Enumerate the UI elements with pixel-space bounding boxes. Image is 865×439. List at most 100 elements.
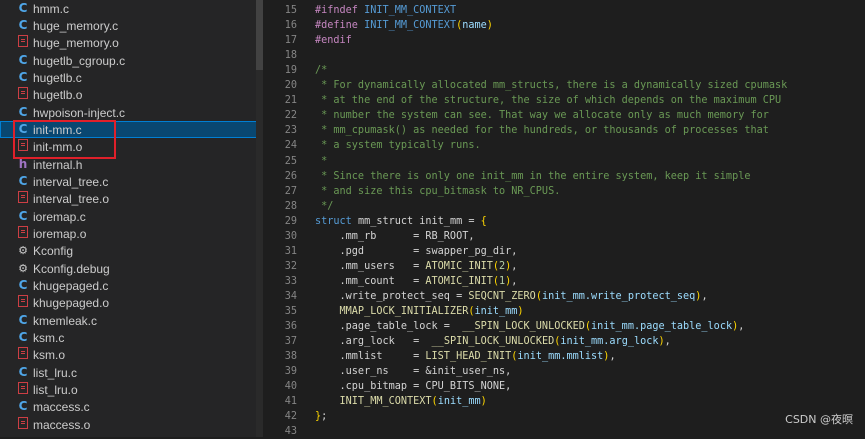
code-text: * a system typically runs. bbox=[315, 138, 481, 153]
file-item[interactable]: Cksm.c bbox=[0, 329, 256, 346]
code-token: , bbox=[609, 351, 616, 363]
code-token: INIT_MM_CONTEXT bbox=[364, 5, 457, 16]
file-item[interactable]: Chuge_memory.c bbox=[0, 17, 256, 34]
code-token: ) bbox=[480, 396, 487, 408]
file-item[interactable]: Cioremap.c bbox=[0, 208, 256, 225]
code-text: * Since there is only one init_mm in the… bbox=[315, 169, 750, 184]
c-file-icon: C bbox=[18, 365, 28, 380]
code-line: 30 .mm_rb = RB_ROOT, bbox=[263, 229, 475, 244]
file-name: hugetlb_cgroup.c bbox=[33, 53, 126, 68]
file-item[interactable]: hugetlb.o bbox=[0, 86, 256, 103]
code-text: .mm_count = ATOMIC_INIT(1), bbox=[315, 274, 518, 289]
code-line: 29 struct mm_struct init_mm = { bbox=[263, 214, 487, 229]
code-token: ATOMIC_INIT bbox=[425, 275, 493, 287]
line-number: 37 bbox=[284, 336, 297, 348]
code-token: , bbox=[701, 290, 708, 302]
code-text: struct mm_struct init_mm = { bbox=[315, 214, 487, 229]
file-item[interactable]: ioremap.o bbox=[0, 225, 256, 242]
file-item[interactable]: Cinterval_tree.c bbox=[0, 173, 256, 190]
code-token: .mmlist = bbox=[315, 351, 426, 363]
code-text: MMAP_LOCK_INITIALIZER(init_mm) bbox=[315, 304, 524, 319]
file-name: ksm.o bbox=[33, 347, 66, 362]
scrollbar-thumb[interactable] bbox=[256, 0, 263, 70]
code-token: init_mm bbox=[474, 306, 518, 317]
code-line: 20 * For dynamically allocated mm_struct… bbox=[263, 78, 788, 93]
code-token: #define bbox=[315, 20, 365, 32]
file-name: ioremap.c bbox=[33, 209, 86, 224]
line-number: 18 bbox=[284, 50, 297, 62]
code-text: * mm_cpumask() as needed for the hundred… bbox=[315, 123, 769, 138]
line-number: 30 bbox=[284, 230, 297, 242]
code-token: #endif bbox=[315, 35, 352, 47]
code-token: ) bbox=[486, 20, 493, 32]
code-token: .user_ns = &init_user_ns, bbox=[315, 366, 512, 378]
code-editor[interactable]: 15 #ifndef INIT_MM_CONTEXT 16 #define INIT_… bbox=[263, 0, 865, 437]
object-file-icon bbox=[15, 86, 31, 103]
file-item[interactable]: interval_tree.o bbox=[0, 190, 256, 207]
code-text: .mm_users = ATOMIC_INIT(2), bbox=[315, 259, 518, 274]
file-item[interactable]: maccess.o bbox=[0, 416, 256, 433]
code-text: #ifndef INIT_MM_CONTEXT bbox=[315, 3, 456, 18]
code-text: .arg_lock = __SPIN_LOCK_UNLOCKED(init_mm… bbox=[315, 334, 671, 349]
file-item[interactable]: ⚙ Kconfig bbox=[0, 242, 256, 259]
file-item[interactable]: huge_memory.o bbox=[0, 34, 256, 51]
line-number: 25 bbox=[284, 155, 297, 167]
file-name: maccess.c bbox=[33, 399, 90, 414]
explorer-scrollbar[interactable] bbox=[256, 0, 263, 437]
code-token: * a system typically runs. bbox=[315, 140, 481, 152]
code-token: , bbox=[511, 260, 518, 272]
code-line: 17 #endif bbox=[263, 33, 352, 48]
code-token: init_mm.page_table_lock bbox=[591, 321, 733, 333]
code-token: __SPIN_LOCK_UNLOCKED bbox=[431, 336, 555, 348]
code-token: .cpu_bitmap = CPU_BITS_NONE, bbox=[315, 381, 512, 393]
line-number: 15 bbox=[284, 5, 297, 16]
file-name: hugetlb.c bbox=[33, 70, 82, 85]
file-item[interactable]: Clist_lru.c bbox=[0, 364, 256, 381]
code-token: */ bbox=[315, 200, 334, 212]
c-file-icon: C bbox=[18, 105, 28, 120]
file-name: Kconfig bbox=[33, 243, 74, 258]
file-item[interactable]: Ckmemleak.c bbox=[0, 312, 256, 329]
code-token: ) bbox=[517, 306, 524, 317]
file-item[interactable]: list_lru.o bbox=[0, 381, 256, 398]
file-name: huge_memory.c bbox=[33, 18, 119, 33]
line-number: 32 bbox=[284, 260, 297, 272]
code-text: * at the end of the structure, the size … bbox=[315, 93, 781, 108]
line-number: 29 bbox=[284, 215, 297, 227]
file-item[interactable]: Chmm.c bbox=[0, 0, 256, 17]
code-text: * bbox=[315, 154, 327, 169]
code-line: 37 .arg_lock = __SPIN_LOCK_UNLOCKED(init… bbox=[263, 334, 671, 349]
file-item[interactable]: Cmaccess.c bbox=[0, 398, 256, 415]
file-item[interactable]: Chugetlb_cgroup.c bbox=[0, 52, 256, 69]
code-token: * number the system can see. That way we… bbox=[315, 110, 769, 122]
code-line: 41 INIT_MM_CONTEXT(init_mm) bbox=[263, 394, 487, 409]
file-name: ioremap.o bbox=[33, 226, 87, 241]
file-item[interactable]: ksm.o bbox=[0, 346, 256, 363]
line-number: 41 bbox=[284, 396, 297, 408]
code-token: .mm_rb = RB_ROOT, bbox=[315, 230, 475, 242]
code-token: * and size this cpu_bitmask to NR_CPUS. bbox=[315, 185, 561, 197]
file-name: huge_memory.o bbox=[33, 35, 119, 50]
file-item[interactable]: ⚙ Kconfig.debug bbox=[0, 260, 256, 277]
code-token: .pgd = swapper_pg_dir, bbox=[315, 245, 518, 257]
file-name: interval_tree.o bbox=[33, 191, 110, 206]
file-item[interactable]: Chwpoison-inject.c bbox=[0, 104, 256, 121]
file-item[interactable]: khugepaged.o bbox=[0, 294, 256, 311]
line-number: 23 bbox=[284, 125, 297, 137]
object-file-icon bbox=[15, 294, 31, 311]
file-item[interactable]: Ckhugepaged.c bbox=[0, 277, 256, 294]
code-token: * at the end of the structure, the size … bbox=[315, 95, 782, 107]
code-token: init_mm.mmlist bbox=[517, 351, 604, 363]
code-token: mm_struct init_mm = bbox=[357, 215, 481, 227]
file-name: internal.h bbox=[33, 157, 83, 172]
file-item[interactable]: Chugetlb.c bbox=[0, 69, 256, 86]
file-name: khugepaged.o bbox=[33, 295, 110, 310]
code-token: { bbox=[480, 215, 487, 227]
c-file-icon: C bbox=[18, 278, 28, 293]
line-number: 16 bbox=[284, 20, 297, 32]
line-number: 34 bbox=[284, 290, 297, 302]
file-name: hugetlb.o bbox=[33, 87, 83, 102]
file-name: Kconfig.debug bbox=[33, 261, 110, 276]
code-text: .page_table_lock = __SPIN_LOCK_UNLOCKED(… bbox=[315, 319, 745, 334]
code-token: INIT_MM_CONTEXT bbox=[315, 396, 432, 408]
